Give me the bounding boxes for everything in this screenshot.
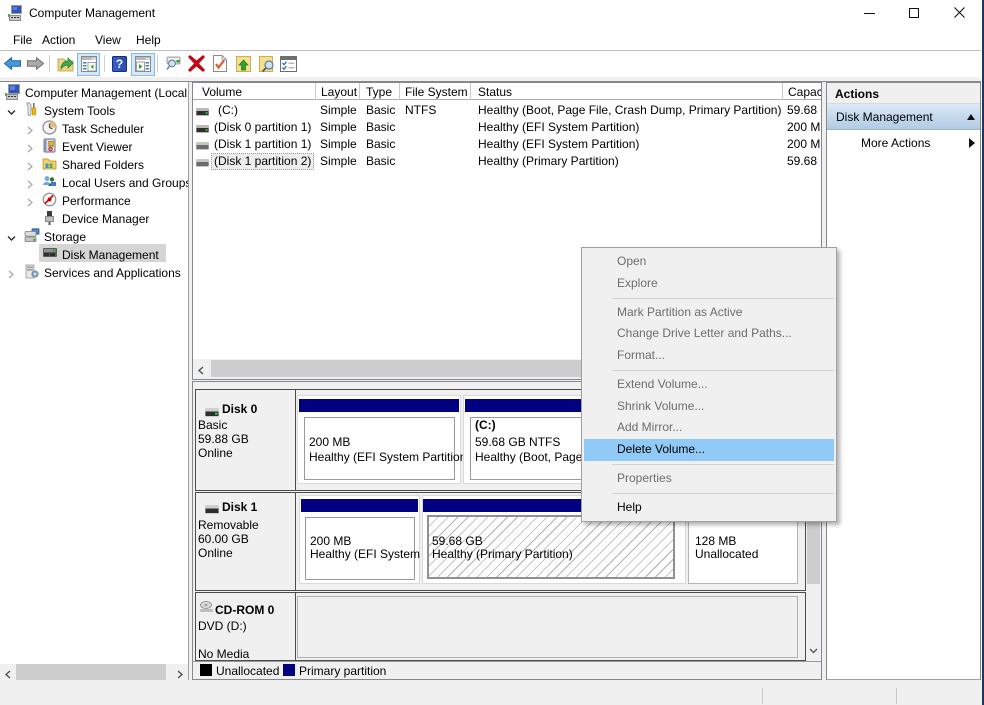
svg-text:?: ? — [116, 57, 123, 71]
